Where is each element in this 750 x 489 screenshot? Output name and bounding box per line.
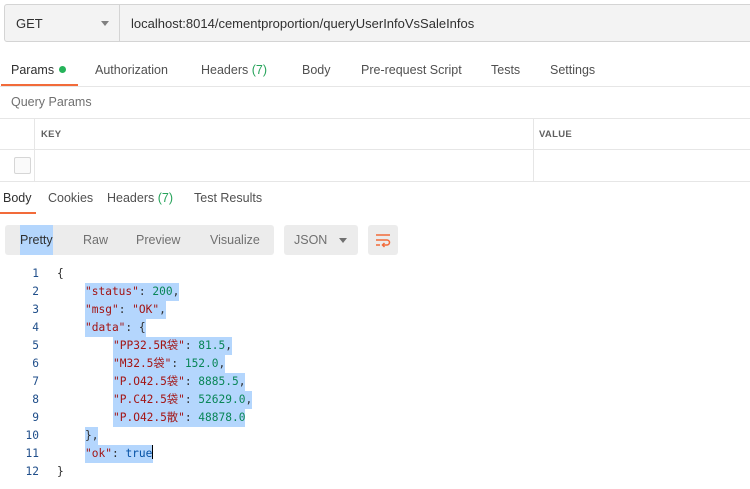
tab-cookies[interactable]: Cookies (48, 184, 93, 214)
code-text: "data": { (85, 319, 146, 337)
tab-body-label: Body (302, 63, 331, 77)
key-column-header: KEY (41, 129, 62, 140)
response-tabs: Body Cookies Headers (7) Test Results (0, 184, 750, 214)
line-number: 2 (32, 285, 39, 298)
tab-test-results-label: Test Results (194, 191, 263, 205)
method-label: GET (16, 15, 43, 31)
line-number: 1 (32, 267, 39, 280)
request-tabs: Params Authorization Headers (7) Body Pr… (0, 56, 750, 86)
code-text: }, (85, 427, 99, 445)
chevron-down-icon (339, 238, 347, 243)
pretty-button[interactable]: Pretty (20, 225, 53, 255)
text-cursor (152, 445, 154, 459)
tab-response-headers-label: Headers (107, 191, 155, 205)
code-text: "ok": true (85, 445, 154, 463)
code-line: 1 { (0, 265, 750, 283)
line-number: 10 (25, 429, 39, 442)
tab-params[interactable]: Params (0, 56, 79, 86)
tab-tests-label: Tests (491, 63, 521, 77)
raw-button[interactable]: Raw (83, 225, 108, 255)
table-row (0, 150, 750, 182)
tab-response-body[interactable]: Body (0, 184, 35, 214)
tab-headers[interactable]: Headers (7) (201, 56, 267, 86)
code-line: 6 "M32.5袋": 152.0, (0, 355, 750, 373)
line-number: 11 (25, 447, 39, 460)
tab-test-results[interactable]: Test Results (194, 184, 262, 214)
code-text: "M32.5袋": 152.0, (113, 355, 226, 373)
tab-response-headers[interactable]: Headers (7) (107, 184, 173, 214)
tab-params-label: Params (11, 63, 55, 77)
wrap-lines-button[interactable] (368, 225, 398, 255)
tab-authorization-label: Authorization (95, 63, 168, 77)
divider (0, 181, 750, 182)
table-header: KEY VALUE (0, 119, 750, 150)
tab-cookies-label: Cookies (48, 191, 94, 205)
tab-headers-label: Headers (201, 63, 249, 77)
wrap-lines-icon (376, 234, 391, 248)
code-line: 4 "data": { (0, 319, 750, 337)
request-bar: GET localhost:8014/cementproportion/quer… (4, 4, 750, 42)
chevron-down-icon (101, 21, 109, 26)
format-label: JSON (294, 233, 328, 247)
params-active-dot-icon (59, 66, 67, 73)
tab-prerequest-label: Pre-request Script (361, 63, 462, 77)
line-number: 9 (32, 411, 39, 424)
visualize-button[interactable]: Visualize (210, 225, 260, 255)
tab-tests[interactable]: Tests (491, 56, 520, 86)
code-line: 7 "P.O42.5袋": 8885.5, (0, 373, 750, 391)
code-text: { (57, 267, 64, 280)
tab-response-headers-count: (7) (157, 191, 174, 205)
line-number: 8 (32, 393, 39, 406)
preview-button[interactable]: Preview (136, 225, 180, 255)
query-params-table: KEY VALUE (0, 118, 750, 182)
format-select[interactable]: JSON (284, 225, 358, 255)
tab-body[interactable]: Body (302, 56, 331, 86)
url-input[interactable]: localhost:8014/cementproportion/queryUse… (120, 4, 750, 42)
line-number: 12 (25, 465, 39, 478)
method-select[interactable]: GET (4, 4, 120, 42)
code-line: 10 }, (0, 427, 750, 445)
code-text: "P.O42.5袋": 8885.5, (113, 373, 246, 391)
code-text: "PP32.5R袋": 81.5, (113, 337, 232, 355)
line-number: 7 (32, 375, 39, 388)
tab-headers-count: (7) (251, 63, 268, 77)
divider (0, 86, 750, 87)
code-text: "P.O42.5散": 48878.0 (113, 409, 246, 427)
tab-prerequest-script[interactable]: Pre-request Script (361, 56, 462, 86)
code-text: "status": 200, (85, 283, 180, 301)
line-number: 5 (32, 339, 39, 352)
tab-settings-label: Settings (550, 63, 596, 77)
code-line: 2 "status": 200, (0, 283, 750, 301)
value-column-header: VALUE (539, 129, 572, 140)
url-text: localhost:8014/cementproportion/queryUse… (131, 15, 475, 31)
tab-settings[interactable]: Settings (550, 56, 595, 86)
code-text: } (57, 465, 64, 478)
code-line: 8 "P.C42.5袋": 52629.0, (0, 391, 750, 409)
line-number: 4 (32, 321, 39, 334)
code-line: 9 "P.O42.5散": 48878.0 (0, 409, 750, 427)
line-number: 3 (32, 303, 39, 316)
query-params-title: Query Params (11, 95, 92, 109)
code-text: "P.C42.5袋": 52629.0, (113, 391, 253, 409)
code-line: 3 "msg": "OK", (0, 301, 750, 319)
code-text: "msg": "OK", (85, 301, 166, 319)
code-line: 12 } (0, 463, 750, 481)
view-mode-group: Pretty Raw Preview Visualize (5, 225, 274, 255)
tab-response-body-label: Body (3, 191, 32, 205)
code-line: 11 "ok": true (0, 445, 750, 463)
tab-authorization[interactable]: Authorization (95, 56, 168, 86)
code-line: 5 "PP32.5R袋": 81.5, (0, 337, 750, 355)
row-checkbox[interactable] (14, 157, 31, 174)
line-number: 6 (32, 357, 39, 370)
